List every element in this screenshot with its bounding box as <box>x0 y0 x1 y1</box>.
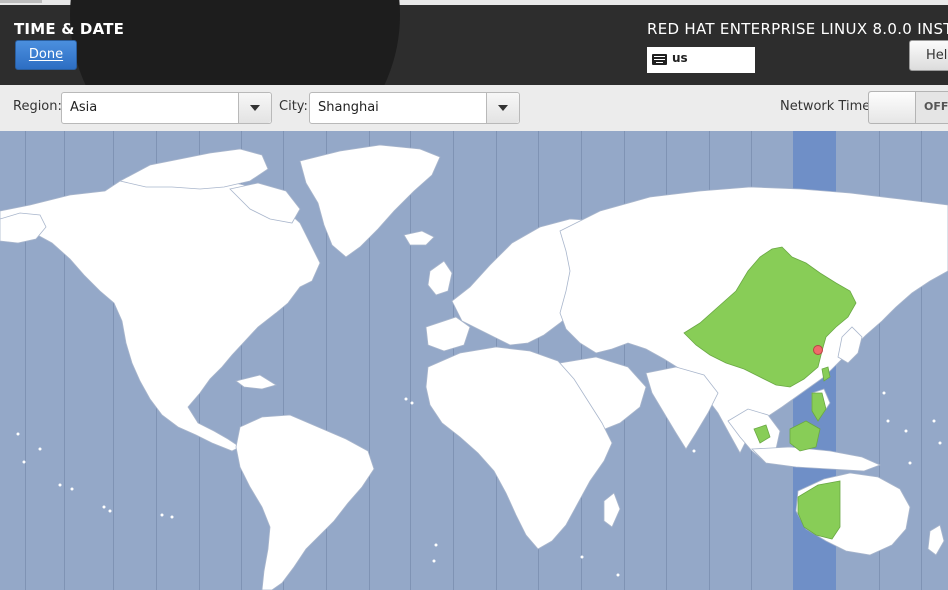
region-value: Asia <box>70 100 98 115</box>
region-combobox[interactable]: Asia <box>61 92 272 124</box>
window-top-tab <box>0 0 42 3</box>
keyboard-icon <box>652 54 667 65</box>
keyboard-layout-label: us <box>672 51 688 65</box>
timezone-toolbar: Region: Asia City: Shanghai Network Time… <box>0 85 948 132</box>
timezone-map[interactable] <box>0 131 948 590</box>
madagascar-land <box>603 492 621 528</box>
city-value: Shanghai <box>318 100 379 115</box>
taiwan-selected-zone <box>821 366 831 382</box>
world-map-svg <box>0 144 948 590</box>
chevron-down-icon[interactable] <box>238 93 271 123</box>
city-combobox[interactable]: Shanghai <box>309 92 520 124</box>
arctic-islands-land <box>118 148 269 190</box>
iberia-land <box>425 316 471 352</box>
product-title: RED HAT ENTERPRISE LINUX 8.0.0 INSTALLAT… <box>647 20 948 38</box>
page-title: TIME & DATE <box>14 20 125 38</box>
region-label: Region: <box>13 99 62 114</box>
alaska-land <box>0 212 47 244</box>
south-america-land <box>235 414 375 590</box>
indonesia-land <box>751 446 882 472</box>
borneo-selected-zone <box>789 420 821 452</box>
new-zealand-land <box>927 524 945 556</box>
chevron-down-icon[interactable] <box>486 93 519 123</box>
network-time-switch[interactable]: OFF <box>868 91 948 124</box>
network-time-state: OFF <box>924 100 948 113</box>
caribbean-land <box>235 374 277 390</box>
help-button[interactable]: Help! <box>909 40 948 71</box>
shanghai-marker <box>813 345 823 355</box>
uk-land <box>427 260 453 296</box>
header-bar: TIME & DATE Done RED HAT ENTERPRISE LINU… <box>0 0 948 85</box>
header-decoration <box>70 0 400 85</box>
network-time-label: Network Time <box>780 99 871 114</box>
keyboard-layout-indicator[interactable]: us <box>647 47 755 73</box>
iceland-land <box>403 230 435 246</box>
switch-knob[interactable] <box>869 92 916 123</box>
done-button[interactable]: Done <box>15 40 77 70</box>
city-label: City: <box>279 99 308 114</box>
india-land <box>645 366 719 450</box>
